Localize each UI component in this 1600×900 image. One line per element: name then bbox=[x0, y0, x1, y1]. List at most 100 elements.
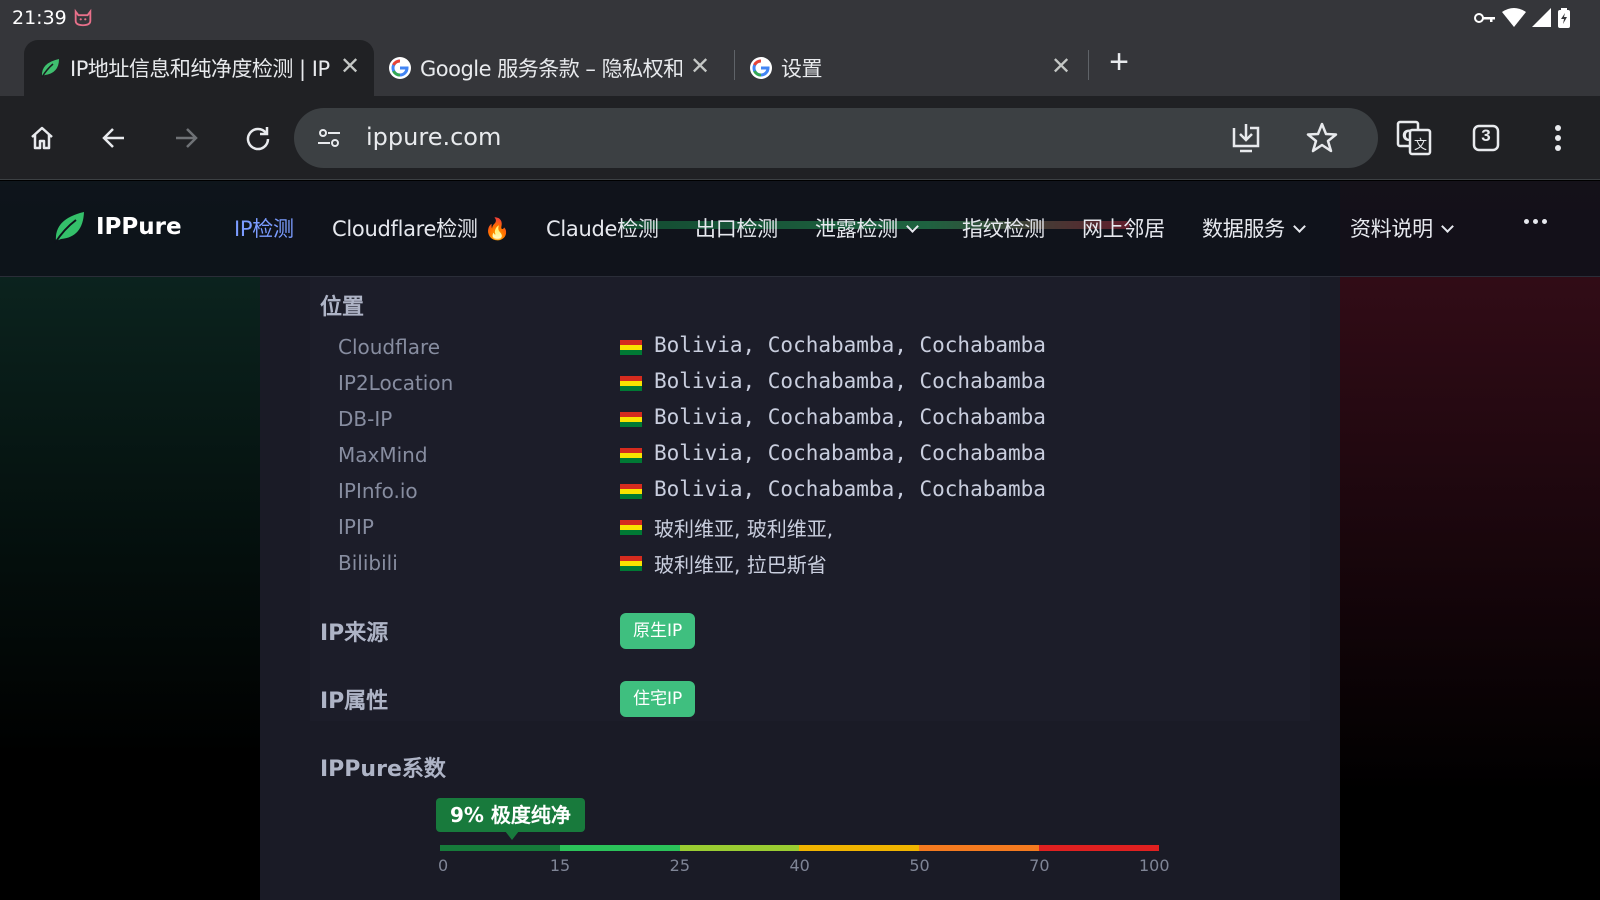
bolivia-flag-icon bbox=[620, 520, 642, 535]
battery-icon bbox=[1558, 8, 1570, 28]
nav-docs[interactable]: 资料说明 bbox=[1350, 213, 1454, 243]
google-g-icon bbox=[749, 56, 773, 80]
tab-switcher-button[interactable]: 3 bbox=[1462, 114, 1510, 162]
bolivia-flag-icon bbox=[620, 448, 642, 463]
forward-button[interactable] bbox=[162, 114, 210, 162]
translate-button[interactable]: G文 bbox=[1390, 114, 1438, 162]
site-logo[interactable]: IPPure bbox=[52, 209, 182, 245]
location-source: IPInfo.io bbox=[338, 479, 418, 503]
web-page: IPPure IP检测 Cloudflare检测 🔥 Claude检测 出口检测… bbox=[0, 181, 1600, 900]
signal-icon bbox=[1532, 8, 1551, 27]
vpn-key-icon bbox=[1474, 13, 1495, 23]
install-app-icon[interactable] bbox=[1228, 120, 1264, 156]
location-source: MaxMind bbox=[338, 443, 428, 467]
tab-title: Google 服务条款 – 隐私权和 bbox=[420, 57, 682, 81]
score-scale-tick: 40 bbox=[789, 856, 810, 875]
score-scale-bar bbox=[440, 845, 1159, 851]
bolivia-flag-icon bbox=[620, 340, 642, 355]
score-scale-segment bbox=[799, 845, 920, 851]
bolivia-flag-icon bbox=[620, 484, 642, 499]
score-scale-segment bbox=[440, 845, 560, 851]
location-row: DB-IP Bolivia, Cochabamba, Cochabamba bbox=[338, 403, 1238, 437]
score-scale-tick: 0 bbox=[438, 856, 449, 875]
cat-notification-icon bbox=[74, 8, 92, 27]
logo-text: IPPure bbox=[96, 214, 182, 240]
more-vert-icon bbox=[1555, 125, 1561, 151]
nav-fingerprint-check[interactable]: 指纹检测 bbox=[962, 213, 1045, 243]
location-row: Cloudflare Bolivia, Cochabamba, Cochabam… bbox=[338, 331, 1238, 365]
location-value: Bolivia, Cochabamba, Cochabamba bbox=[654, 369, 1046, 393]
score-scale-tick: 15 bbox=[549, 856, 571, 875]
location-source: Bilibili bbox=[338, 551, 398, 575]
tab-ippure[interactable]: IP地址信息和纯净度检测 | IP ✕ bbox=[24, 40, 374, 96]
tab-count: 3 bbox=[1481, 126, 1491, 145]
leaf-icon bbox=[38, 56, 62, 80]
score-scale-segment bbox=[919, 845, 1040, 851]
status-bar: 21:39 bbox=[0, 0, 1600, 36]
location-row: IPInfo.io Bolivia, Cochabamba, Cochabamb… bbox=[338, 475, 1238, 509]
background-glow-left bbox=[0, 181, 260, 900]
score-scale-tick: 25 bbox=[669, 856, 691, 875]
new-tab-button[interactable]: + bbox=[1104, 45, 1134, 79]
nav-ip-check[interactable]: IP检测 bbox=[234, 213, 294, 243]
bolivia-flag-icon bbox=[620, 376, 642, 391]
chevron-down-icon bbox=[1440, 220, 1454, 233]
home-button[interactable] bbox=[18, 114, 66, 162]
score-scale-segment bbox=[1039, 845, 1159, 851]
score-scale-segment bbox=[679, 845, 800, 851]
tab-title: IP地址信息和纯净度检测 | IP bbox=[70, 57, 330, 81]
close-tab-icon[interactable]: ✕ bbox=[338, 55, 362, 79]
close-tab-icon[interactable]: ✕ bbox=[688, 55, 712, 79]
bolivia-flag-icon bbox=[620, 412, 642, 427]
chevron-down-icon bbox=[905, 220, 919, 233]
location-value: Bolivia, Cochabamba, Cochabamba bbox=[654, 477, 1046, 501]
nav-cloudflare-check[interactable]: Cloudflare检测 🔥 bbox=[332, 213, 510, 243]
location-source: IPIP bbox=[338, 515, 374, 539]
url-text[interactable]: ippure.com bbox=[366, 123, 501, 151]
score-scale-segment bbox=[559, 845, 680, 851]
home-icon bbox=[31, 126, 53, 150]
menu-button[interactable] bbox=[1534, 114, 1582, 162]
nav-claude-check[interactable]: Claude检测 bbox=[546, 213, 659, 243]
tab-title: 设置 bbox=[781, 57, 823, 81]
location-row: IP2Location Bolivia, Cochabamba, Cochaba… bbox=[338, 367, 1238, 401]
background-glow-right bbox=[1340, 181, 1600, 900]
location-row: Bilibili 玻利维亚, 拉巴斯省 bbox=[338, 547, 1238, 581]
nav-data-services[interactable]: 数据服务 bbox=[1202, 213, 1306, 243]
ip-source-badge: 原生IP bbox=[620, 613, 696, 649]
tab-settings[interactable]: 设置 ✕ bbox=[735, 40, 1085, 96]
tab-strip: IP地址信息和纯净度检测 | IP ✕ Google 服务条款 – 隐私权和 ✕… bbox=[0, 36, 1600, 96]
close-tab-icon[interactable]: ✕ bbox=[1049, 55, 1073, 79]
google-g-icon bbox=[388, 56, 412, 80]
forward-arrow-icon bbox=[176, 128, 198, 148]
bolivia-flag-icon bbox=[620, 556, 642, 571]
score-scale-tick: 50 bbox=[909, 856, 930, 875]
score-badge: 9% 极度纯净 bbox=[436, 798, 585, 832]
browser-toolbar: ippure.com G文 3 bbox=[0, 96, 1600, 180]
reload-button[interactable] bbox=[234, 114, 282, 162]
wifi-icon bbox=[1502, 8, 1526, 27]
nav-data-services-label: 数据服务 bbox=[1202, 217, 1285, 241]
location-value: 玻利维亚, 拉巴斯省 bbox=[654, 553, 827, 577]
site-settings-icon[interactable] bbox=[316, 125, 342, 151]
more-horiz-icon[interactable] bbox=[1524, 219, 1547, 224]
ip-attr-title: IP属性 bbox=[320, 689, 389, 714]
nav-neighbors[interactable]: 网上邻居 bbox=[1082, 213, 1165, 243]
back-button[interactable] bbox=[90, 114, 138, 162]
location-value: Bolivia, Cochabamba, Cochabamba bbox=[654, 441, 1046, 465]
location-value: Bolivia, Cochabamba, Cochabamba bbox=[654, 333, 1046, 357]
ip-attr-badge: 住宅IP bbox=[620, 681, 696, 717]
nav-leak-check[interactable]: 泄露检测 bbox=[815, 213, 919, 243]
score-scale-tick: 100 bbox=[1139, 856, 1170, 875]
address-bar[interactable]: ippure.com bbox=[294, 108, 1378, 168]
tab-separator bbox=[1088, 50, 1089, 80]
ip-source-title: IP来源 bbox=[320, 621, 389, 646]
location-value: Bolivia, Cochabamba, Cochabamba bbox=[654, 405, 1046, 429]
status-time: 21:39 bbox=[12, 7, 67, 29]
location-source: DB-IP bbox=[338, 407, 393, 431]
nav-exit-check[interactable]: 出口检测 bbox=[695, 213, 778, 243]
ippure-score-title: IPPure系数 bbox=[320, 757, 446, 782]
bookmark-star-icon[interactable] bbox=[1304, 120, 1340, 156]
location-row: MaxMind Bolivia, Cochabamba, Cochabamba bbox=[338, 439, 1238, 473]
tab-google-terms[interactable]: Google 服务条款 – 隐私权和 ✕ bbox=[374, 40, 724, 96]
